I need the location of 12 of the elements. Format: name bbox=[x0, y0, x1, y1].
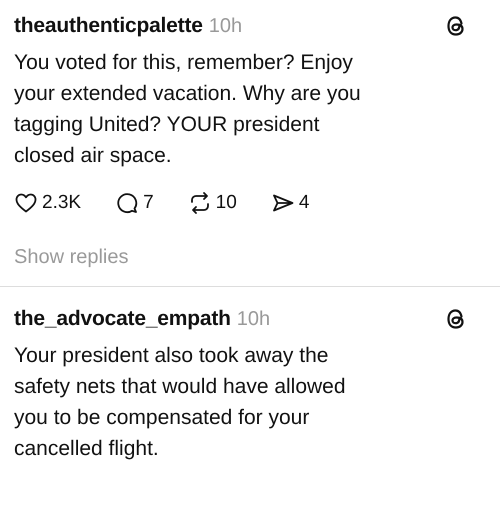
timestamp: 10h bbox=[236, 308, 270, 330]
timestamp: 10h bbox=[208, 14, 242, 38]
username[interactable]: theauthenticpalette bbox=[14, 14, 203, 38]
heart-icon[interactable] bbox=[14, 191, 38, 215]
count-label: 7 bbox=[143, 192, 154, 214]
post-text: Your president also took away the safety nets that would have allowed you to be compensated for your cancelled flight. bbox=[14, 343, 347, 462]
count-label: 4 bbox=[298, 192, 310, 214]
count-label: 2.3K bbox=[42, 192, 82, 214]
username[interactable]: the_advocate_empath bbox=[14, 307, 231, 331]
post-text: You voted for this, remember? Enjoy your extended vacation. Why are you tagging United? YOUR president closed air space. bbox=[14, 50, 362, 169]
speech-bubble-icon[interactable] bbox=[115, 191, 140, 215]
count-label: 10 bbox=[216, 192, 237, 214]
